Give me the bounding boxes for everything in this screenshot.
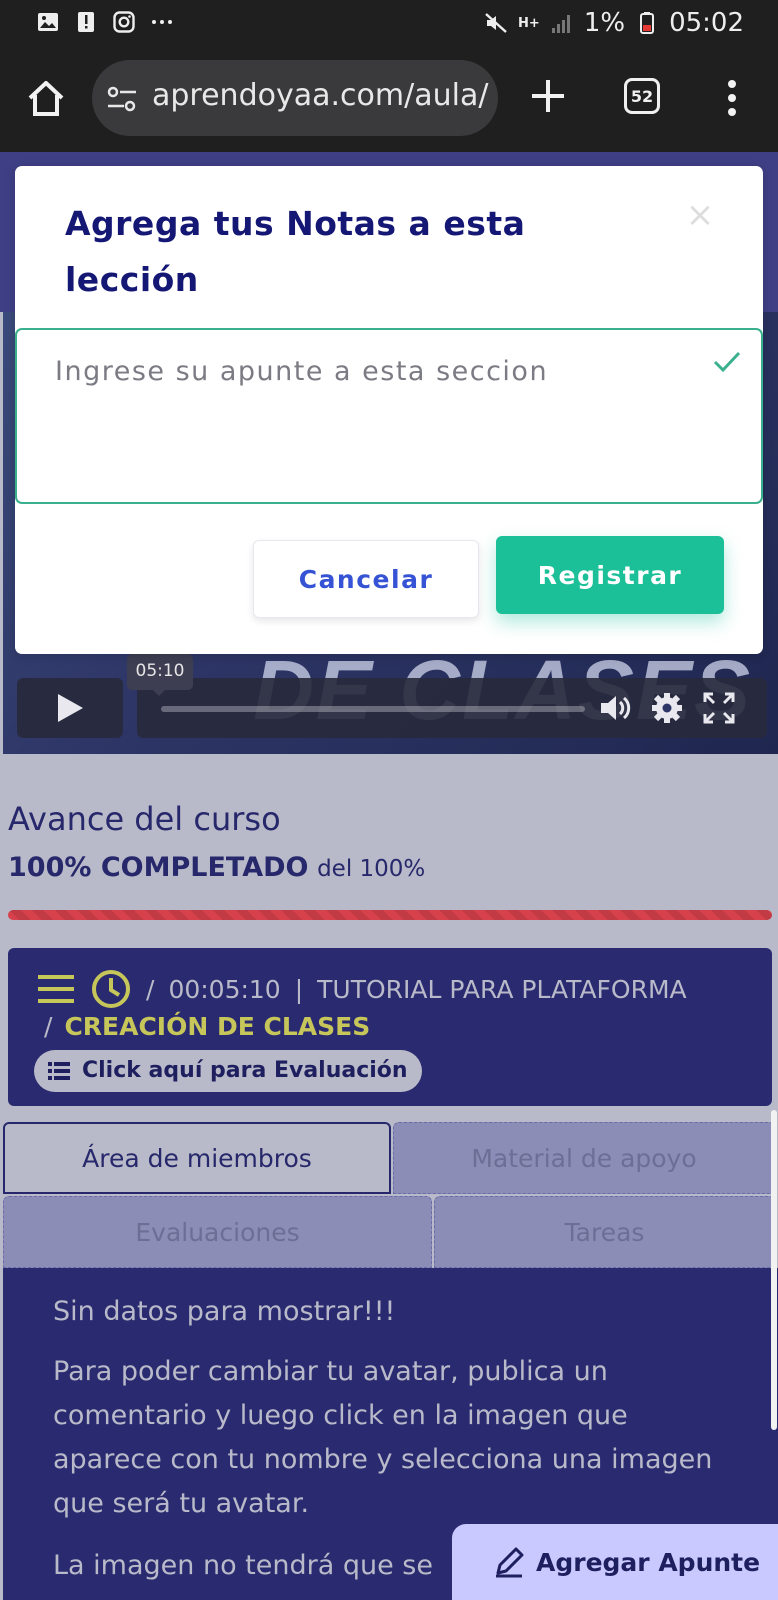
settings-gear-icon[interactable] [649,690,685,726]
status-left-icons [36,10,174,34]
lesson-info-panel: / 00:05:10 | TUTORIAL PARA PLATAFORMA / C… [8,948,772,1106]
image-note-text: La imagen no tendrá que se [53,1550,433,1581]
page-scrollbar[interactable] [771,1110,777,1430]
home-icon[interactable] [24,76,68,120]
play-button[interactable] [17,678,123,738]
site-settings-icon[interactable] [106,84,138,114]
volume-icon[interactable] [597,690,633,726]
browser-toolbar: aprendoyaa.com/aula/ 52 [0,48,778,152]
network-type: H+ [518,15,540,31]
tab-tasks[interactable]: Tareas [434,1196,775,1268]
add-note-button[interactable]: Agregar Apunte [452,1524,778,1600]
course-progress-status: 100% COMPLETADO del 100% [8,852,425,883]
progress-percent: 100% COMPLETADO [8,852,309,883]
battery-icon [640,12,655,34]
breadcrumb-divider: | [294,974,304,1004]
empty-state-message: Sin datos para mostrar!!! [53,1296,396,1327]
list-icon [48,1062,70,1080]
course-name: TUTORIAL PARA PLATAFORMA [317,974,687,1004]
fullscreen-icon[interactable] [701,690,737,726]
address-bar[interactable]: aprendoyaa.com/aula/ [92,60,498,136]
checkmark-icon [713,351,741,373]
alert-icon [78,12,94,32]
browser-menu-icon[interactable] [718,78,746,118]
breadcrumb-separator: / [146,974,155,1004]
close-icon[interactable]: × [685,198,715,232]
signal-icon [551,15,570,33]
new-tab-icon[interactable] [526,74,570,118]
evaluation-button[interactable]: Click aquí para Evaluación [34,1050,422,1092]
tab-evaluations[interactable]: Evaluaciones [3,1196,432,1268]
modal-title: Agrega tus Notas a esta lección [65,204,526,299]
lesson-name: CREACIÓN DE CLASES [64,1012,371,1041]
tab-switcher-button[interactable]: 52 [624,78,660,114]
avatar-help-text: Para poder cambiar tu avatar, publica un… [53,1356,713,1519]
lesson-duration: 00:05:10 [168,974,281,1004]
cancel-button[interactable]: Cancelar [253,540,479,618]
clock: 05:02 [669,8,744,38]
play-icon [58,694,83,722]
status-bar: H+ 1% 05:02 [0,0,778,48]
video-seek-bar[interactable] [161,706,585,712]
note-placeholder: Ingrese su apunte a esta seccion [55,356,549,387]
clock-icon [92,970,130,1008]
tab-support-material[interactable]: Material de apoyo [393,1122,775,1194]
lesson-breadcrumb: / 00:05:10 | TUTORIAL PARA PLATAFORMA [36,968,687,1010]
add-note-label: Agregar Apunte [536,1547,761,1577]
status-right: H+ 1% 05:02 [484,8,744,38]
lesson-name-row: / CREACIÓN DE CLASES [44,1012,370,1041]
tab-members-area[interactable]: Área de miembros [3,1122,391,1194]
register-button[interactable]: Registrar [496,536,724,614]
mute-icon [485,13,507,33]
hamburger-menu-icon[interactable] [36,972,76,1006]
add-notes-modal: Agrega tus Notas a esta lección × Ingres… [15,166,763,654]
breadcrumb-separator: / [44,1012,53,1041]
gallery-icon [38,13,58,31]
instagram-icon [113,11,135,33]
course-progress-title: Avance del curso [8,800,281,838]
url-text: aprendoyaa.com/aula/ [152,78,489,113]
note-textarea[interactable]: Ingrese su apunte a esta seccion [15,328,763,504]
course-progress-bar [8,910,772,920]
evaluation-button-label: Click aquí para Evaluación [82,1058,408,1083]
progress-total: del 100% [317,856,426,882]
time-tooltip: 05:10 [127,654,193,696]
pencil-icon [496,1547,524,1578]
more-notifications-icon [152,20,172,24]
battery-percent: 1% [583,8,626,38]
